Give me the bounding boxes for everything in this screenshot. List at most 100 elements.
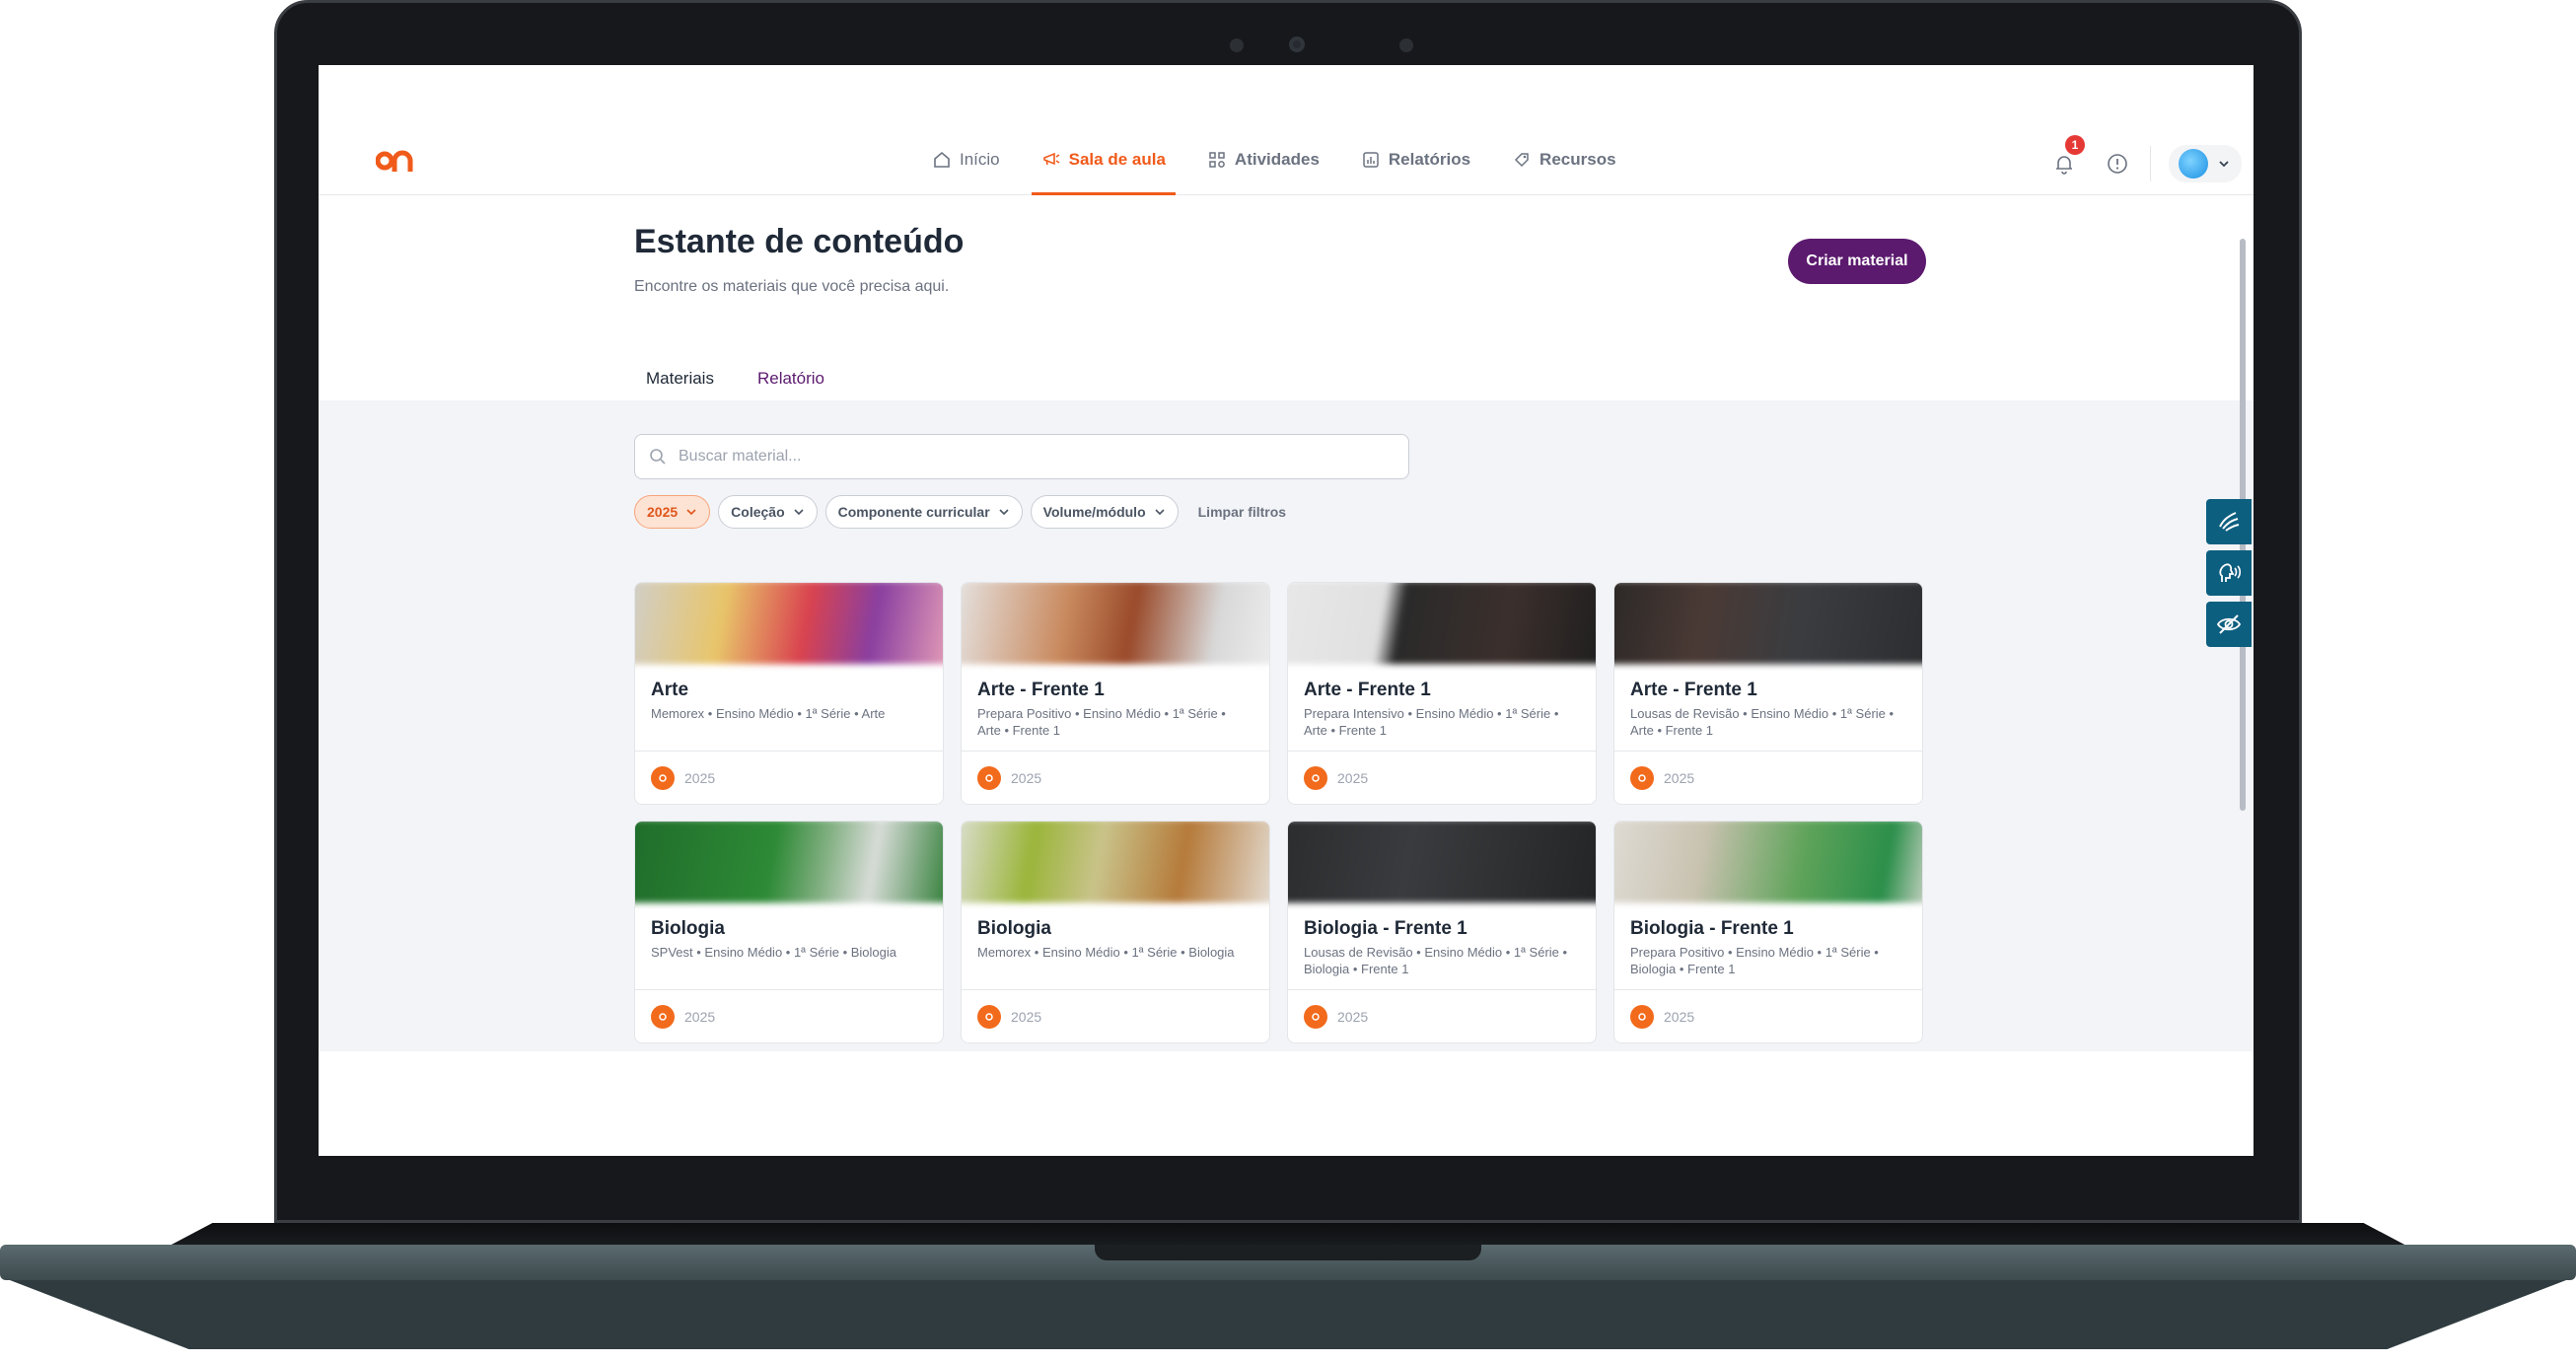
material-card[interactable]: Arte Memorex • Ensino Médio • 1ª Série •… <box>634 582 944 805</box>
chip-label: 2025 <box>647 504 679 520</box>
card-year: 2025 <box>1337 769 1369 786</box>
clear-filters-link[interactable]: Limpar filtros <box>1198 504 1286 520</box>
material-card[interactable]: Biologia - Frente 1 Lousas de Revisão • … <box>1287 821 1597 1043</box>
create-material-button[interactable]: Criar material <box>1788 239 1926 284</box>
card-description: Memorex • Ensino Médio • 1ª Série • Arte <box>651 706 886 721</box>
top-header: Início Sala de aula Atividades Relatório… <box>319 65 2254 195</box>
collection-icon <box>977 765 1001 790</box>
card-footer: 2025 <box>1614 989 1922 1042</box>
card-description: Lousas de Revisão • Ensino Médio • 1ª Sé… <box>1304 945 1568 976</box>
header-actions: 1 <box>2051 135 2254 183</box>
collection-icon <box>1630 1004 1654 1029</box>
card-footer: 2025 <box>962 989 1269 1042</box>
card-footer: 2025 <box>1614 751 1922 804</box>
material-card[interactable]: Arte - Frente 1 Prepara Positivo • Ensin… <box>961 582 1270 805</box>
chip-label: Componente curricular <box>837 504 990 520</box>
card-year: 2025 <box>684 769 716 786</box>
chevron-down-icon <box>686 509 696 516</box>
nav-item-recursos[interactable]: Recursos <box>1508 140 1619 195</box>
search-box[interactable] <box>634 434 1409 479</box>
collection-icon <box>651 765 675 790</box>
card-footer: 2025 <box>635 751 943 804</box>
card-title: Biologia - Frente 1 <box>1304 918 1467 939</box>
material-card[interactable]: Biologia - Frente 1 Prepara Positivo • E… <box>1613 821 1923 1043</box>
card-thumbnail <box>962 822 1269 903</box>
notification-badge: 1 <box>2065 135 2085 155</box>
chevron-down-icon <box>999 509 1009 516</box>
nav-label: Sala de aula <box>1068 150 1166 169</box>
help-icon[interactable] <box>2105 151 2130 177</box>
notifications-button[interactable]: 1 <box>2051 135 2085 177</box>
nav-label: Atividades <box>1234 150 1320 169</box>
sign-language-icon <box>2219 512 2240 532</box>
nav-item-inicio[interactable]: Início <box>928 140 1004 195</box>
chip-label: Coleção <box>731 504 785 520</box>
card-year: 2025 <box>1664 769 1695 786</box>
card-thumbnail <box>635 822 943 903</box>
chip-label: Volume/módulo <box>1042 504 1146 520</box>
card-year: 2025 <box>1337 1008 1369 1025</box>
card-year: 2025 <box>1011 769 1042 786</box>
collection-icon <box>1630 765 1654 790</box>
card-title: Arte - Frente 1 <box>1630 680 1757 700</box>
tag-icon <box>1514 153 1529 168</box>
user-menu[interactable] <box>2169 145 2242 182</box>
chevron-down-icon <box>794 509 804 516</box>
filter-volume-modulo[interactable]: Volume/módulo <box>1030 495 1179 529</box>
card-footer: 2025 <box>962 751 1269 804</box>
sign-language-button[interactable] <box>2206 499 2252 544</box>
card-thumbnail <box>962 583 1269 665</box>
sensor-dot <box>1230 38 1244 52</box>
home-icon <box>934 151 950 168</box>
card-year: 2025 <box>684 1008 716 1025</box>
material-card[interactable]: Biologia SPVest • Ensino Médio • 1ª Séri… <box>634 821 944 1043</box>
nav-item-sala-de-aula[interactable]: Sala de aula <box>1031 140 1177 195</box>
card-title: Arte - Frente 1 <box>977 680 1105 700</box>
laptop-hinge <box>168 1223 2408 1247</box>
grid-icon <box>1209 152 1225 168</box>
nav-item-atividades[interactable]: Atividades <box>1203 140 1324 195</box>
card-title: Biologia <box>651 918 725 939</box>
material-card[interactable]: Arte - Frente 1 Lousas de Revisão • Ensi… <box>1613 582 1923 805</box>
collection-icon <box>977 1004 1001 1029</box>
card-title: Biologia <box>977 918 1051 939</box>
collection-icon <box>1304 1004 1327 1029</box>
card-year: 2025 <box>1664 1008 1695 1025</box>
search-icon <box>650 449 666 465</box>
card-description: Memorex • Ensino Médio • 1ª Série • Biol… <box>977 945 1235 960</box>
voice-reader-button[interactable] <box>2206 550 2252 596</box>
app-logo[interactable] <box>376 148 417 174</box>
webcam-icon <box>1289 36 1305 52</box>
card-thumbnail <box>1288 822 1596 903</box>
card-description: Prepara Positivo • Ensino Médio • 1ª Sér… <box>977 706 1226 738</box>
card-footer: 2025 <box>1288 751 1596 804</box>
card-title: Biologia - Frente 1 <box>1630 918 1794 939</box>
nav-label: Recursos <box>1539 150 1616 169</box>
card-description: Prepara Positivo • Ensino Médio • 1ª Sér… <box>1630 945 1879 976</box>
card-thumbnail <box>1614 822 1922 903</box>
card-thumbnail <box>635 583 943 665</box>
chevron-down-icon <box>1155 509 1165 516</box>
hide-accessibility-button[interactable] <box>2206 602 2252 647</box>
avatar <box>2179 149 2208 179</box>
filter-colecao[interactable]: Coleção <box>718 495 818 529</box>
megaphone-icon <box>1042 152 1060 166</box>
collection-icon <box>651 1004 675 1029</box>
hide-eye-icon <box>2216 614 2242 634</box>
card-thumbnail <box>1288 583 1596 665</box>
filter-bar: 2025 Coleção Componente curricular Volum… <box>634 495 1286 529</box>
laptop-underside <box>10 1280 2566 1349</box>
card-thumbnail <box>1614 583 1922 665</box>
filter-year[interactable]: 2025 <box>634 495 711 529</box>
material-card[interactable]: Arte - Frente 1 Prepara Intensivo • Ensi… <box>1287 582 1597 805</box>
filter-componente-curricular[interactable]: Componente curricular <box>824 495 1023 529</box>
card-title: Arte <box>651 680 689 700</box>
nav-item-relatorios[interactable]: Relatórios <box>1357 140 1474 195</box>
material-card[interactable]: Biologia Memorex • Ensino Médio • 1ª Sér… <box>961 821 1270 1043</box>
search-input[interactable] <box>679 448 1369 466</box>
header-divider <box>2150 146 2151 181</box>
chart-icon <box>1363 152 1379 168</box>
card-description: Prepara Intensivo • Ensino Médio • 1ª Sé… <box>1304 706 1559 738</box>
app-screen: Início Sala de aula Atividades Relatório… <box>319 65 2254 1156</box>
card-description: Lousas de Revisão • Ensino Médio • 1ª Sé… <box>1630 706 1895 738</box>
